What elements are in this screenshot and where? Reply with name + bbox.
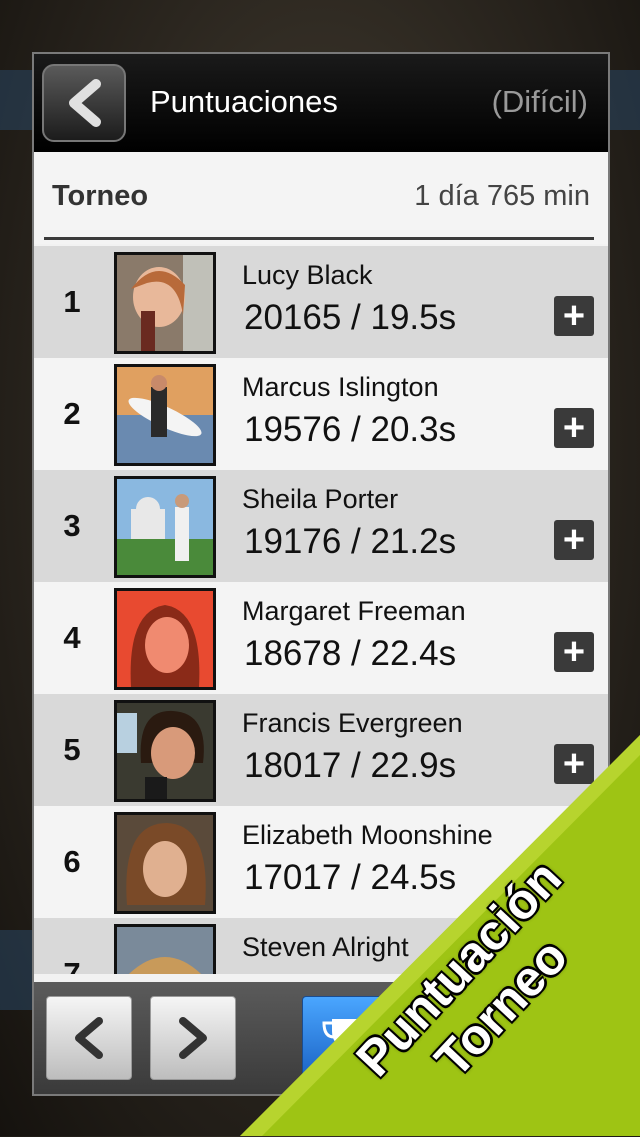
avatar [114,588,216,690]
chevron-right-icon [179,1017,207,1059]
score-row: 2 Marcus Islington 19576 / 20.3s + [34,358,608,470]
score-row: 3 Sheila Porter 19176 / 21.2s + [34,470,608,582]
chevron-left-icon [69,79,101,127]
page-title: Puntuaciones [150,84,338,119]
divider [44,237,594,240]
rank-number: 7 [63,956,81,974]
player-name: Elizabeth Moonshine [242,820,493,850]
score-row: 4 Margaret Freeman 18678 / 22.4s + [34,582,608,694]
rank-number: 3 [63,508,81,543]
tournament-label: Torneo [52,180,149,212]
player-score: 19176 / 21.2s [244,522,457,561]
next-page-button[interactable] [150,996,236,1080]
player-score: 19576 / 20.3s [244,410,457,449]
tournament-time: 1 día 765 min [414,180,590,212]
rank-number: 1 [63,284,81,319]
tournament-header: Torneo 1 día 765 min [34,152,608,244]
expand-button[interactable]: + [554,296,594,336]
player-name: Marcus Islington [242,372,439,402]
avatar [114,364,216,466]
player-name: Margaret Freeman [242,596,466,626]
expand-button[interactable]: + [554,744,594,784]
score-row: 5 Francis Evergreen 18017 / 22.9s + [34,694,608,806]
expand-button[interactable]: + [554,520,594,560]
plus-icon: + [562,295,586,337]
player-name: Sheila Porter [242,484,399,514]
player-score: 20165 / 19.5s [244,298,457,337]
plus-icon: + [562,519,586,561]
chevron-left-icon [75,1017,103,1059]
rank-number: 4 [63,620,81,655]
player-name: Lucy Black [242,260,373,290]
rank-number: 2 [63,396,81,431]
rank-number: 6 [63,844,81,879]
plus-icon: + [562,743,586,785]
difficulty-label: (Difícil) [491,84,588,119]
expand-button[interactable]: + [554,632,594,672]
prev-page-button[interactable] [46,996,132,1080]
avatar [114,924,216,974]
player-name: Steven Alright [242,932,409,962]
back-button[interactable] [42,64,126,142]
avatar [114,812,216,914]
score-row: 1 Lucy Black 20165 / 19.5s + [34,246,608,358]
plus-icon: + [562,631,586,673]
expand-button[interactable]: + [554,408,594,448]
avatar [114,476,216,578]
header-bar: Puntuaciones (Difícil) [34,54,608,152]
player-score: 18678 / 22.4s [244,634,457,673]
plus-icon: + [562,407,586,449]
player-name: Francis Evergreen [242,708,463,738]
avatar [114,700,216,802]
player-score: 18017 / 22.9s [244,746,457,785]
rank-number: 5 [63,732,81,767]
player-score: 17017 / 24.5s [244,858,457,897]
avatar [114,252,216,354]
close-icon [533,1018,573,1058]
